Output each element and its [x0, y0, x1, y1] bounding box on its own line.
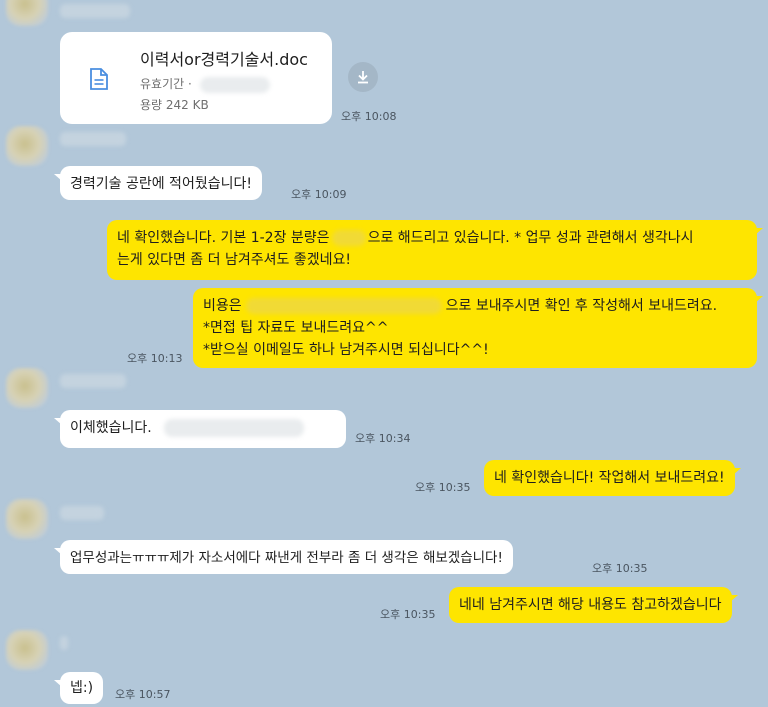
redacted-text	[164, 419, 305, 437]
chat-bubble-sent[interactable]: 네네 남겨주시면 해당 내용도 참고하겠습니다	[449, 587, 738, 623]
chat-bubble-sent[interactable]: 네 확인했습니다. 기본 1-2장 분량은 으로 해드리고 있습니다. * 업무 …	[107, 220, 763, 280]
chat-bubble-received[interactable]: 이체했습니다.	[54, 410, 346, 448]
file-name: 이력서or경력기술서.doc	[140, 50, 308, 69]
message-time: 오후 10:35	[592, 562, 648, 575]
avatar[interactable]	[6, 0, 48, 26]
chat-bubble-sent[interactable]: 네 확인했습니다! 작업해서 보내드려요!	[484, 460, 741, 496]
file-attachment-card[interactable]: 이력서or경력기술서.doc 유효기간 · 용량 242 KB	[60, 32, 332, 124]
download-button[interactable]	[348, 62, 378, 92]
avatar[interactable]	[6, 499, 48, 539]
avatar[interactable]	[6, 368, 48, 408]
chat-bubble-received[interactable]: 넵:)	[53, 672, 104, 704]
sender-name-blurred	[60, 374, 126, 388]
message-time: 오후 10:08	[341, 110, 397, 123]
message-line: *면접 팁 자료도 보내드려요^^	[203, 320, 389, 336]
file-expiry: 유효기간 ·	[140, 75, 270, 93]
message-line: 네 확인했습니다. 기본 1-2장 분량은 으로 해드리고 있습니다. * 업무 …	[117, 230, 694, 246]
message-time: 오후 10:13	[127, 352, 183, 365]
file-expiry-label: 유효기간 ·	[140, 77, 192, 91]
chat-bubble-received[interactable]: 업무성과는ㅠㅠㅠ제가 자소서에다 짜낸게 전부라 좀 더 생각은 해보겠습니다!	[54, 540, 513, 574]
message-line: 는게 있다면 좀 더 남겨주셔도 좋겠네요!	[117, 252, 351, 268]
chat-bubble-received[interactable]: 경력기술 공란에 적어뒀습니다!	[54, 166, 262, 200]
message-line: *받으실 이메일도 하나 남겨주시면 되십니다^^!	[203, 342, 489, 358]
redacted-price	[331, 230, 366, 246]
sender-name-blurred	[60, 4, 130, 18]
download-icon	[358, 71, 368, 84]
sender-name-blurred	[60, 506, 104, 520]
message-time: 오후 10:09	[291, 188, 347, 201]
message-time: 오후 10:57	[115, 688, 171, 701]
message-time: 오후 10:34	[355, 432, 411, 445]
document-icon	[90, 68, 108, 90]
chat-bubble-sent[interactable]: 비용은 으로 보내주시면 확인 후 작성해서 보내드려요. *면접 팁 자료도 보…	[193, 288, 763, 368]
message-time: 오후 10:35	[415, 481, 471, 494]
redacted-amount	[245, 298, 442, 314]
sender-name-blurred	[60, 636, 68, 650]
avatar[interactable]	[6, 126, 48, 166]
message-line: 비용은 으로 보내주시면 확인 후 작성해서 보내드려요.	[203, 298, 718, 314]
file-size: 용량 242 KB	[140, 98, 209, 112]
message-time: 오후 10:35	[380, 608, 436, 621]
redacted-expiry	[199, 76, 270, 93]
sender-name-blurred	[60, 132, 126, 146]
avatar[interactable]	[6, 630, 48, 670]
